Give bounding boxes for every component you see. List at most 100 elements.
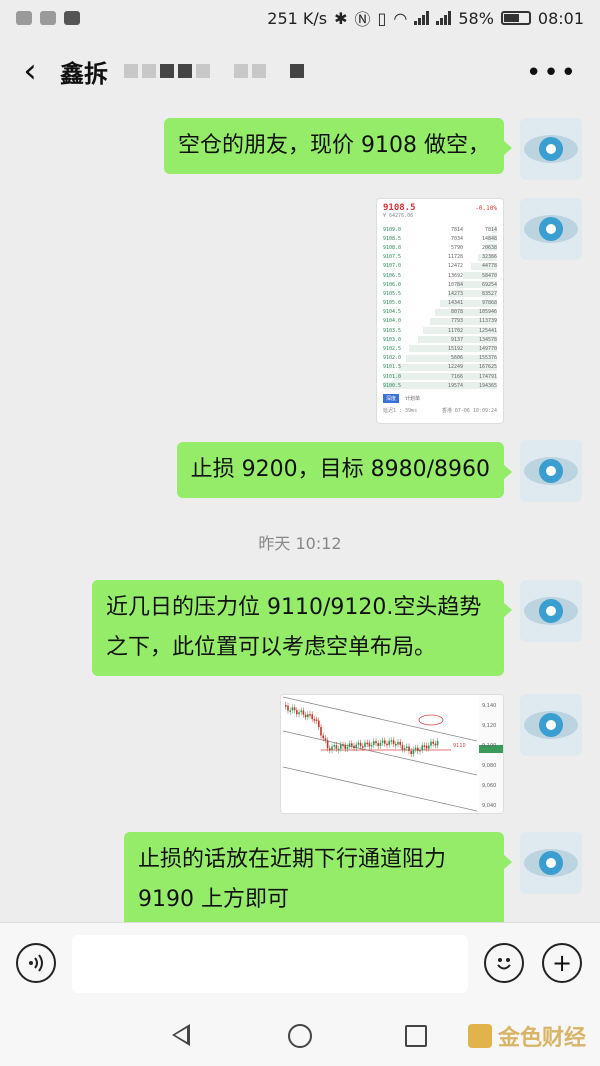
price-level-label: 9,100	[482, 743, 496, 749]
row-total: 32366	[481, 254, 497, 261]
orderbook-row: 9107.0 12472 44778	[383, 262, 497, 271]
orderbook-row: 9101.5 12249 167625	[383, 363, 497, 372]
row-price: 9106.5	[383, 272, 402, 279]
row-total: 125441	[478, 327, 497, 334]
row-price: 9107.0	[383, 263, 402, 270]
row-price: 9108.0	[383, 244, 402, 251]
row-amount: 13692	[447, 272, 463, 279]
candlestick-chart: 9,140 9,120 9,100 9,080 9,060 9,040 9110	[281, 695, 503, 813]
avatar[interactable]	[520, 118, 582, 180]
row-total: 20638	[481, 244, 497, 251]
row-price: 9105.0	[383, 300, 402, 307]
row-amount: 7166	[450, 373, 463, 380]
row-amount: 5790	[450, 244, 463, 251]
row-amount: 8078	[450, 309, 463, 316]
row-amount: 5606	[450, 355, 463, 362]
tab-plan: 计划单	[405, 396, 421, 403]
row-price: 9100.5	[383, 382, 402, 389]
orderbook-screenshot[interactable]: 9108.5 -0.10% ¥ 64276.06 9109.0 7814 7814 9…	[376, 198, 504, 424]
row-total: 7814	[484, 226, 497, 233]
orderbook-row: 9100.5 19574 194365	[383, 381, 497, 390]
orderbook-rows: 9109.0 7814 7814 9108.5 7034 14848 9108.0 5790 2…	[383, 225, 497, 390]
row-price: 9102.5	[383, 346, 402, 353]
nav-back-icon[interactable]	[172, 1024, 190, 1046]
avatar[interactable]	[520, 832, 582, 894]
plus-icon[interactable]: +	[542, 943, 582, 983]
clock: 08:01	[537, 8, 584, 28]
row-total: 14848	[481, 235, 497, 242]
more-icon[interactable]: •••	[526, 58, 578, 88]
row-price: 9106.0	[383, 281, 402, 288]
row-price: 9102.0	[383, 355, 402, 362]
message-bubble[interactable]: 止损的话放在近期下行通道阻力 9190 上方即可	[124, 832, 512, 928]
chat-header: ‹ 鑫拆 •••	[0, 36, 600, 106]
watermark: 金色财经	[467, 1020, 586, 1052]
orderbook-row: 9108.0 5790 20638	[383, 243, 497, 252]
redacted-name	[124, 64, 304, 78]
price-level-label: 9,120	[482, 723, 496, 729]
gallery-icon	[64, 11, 80, 25]
wechat-icon	[16, 11, 32, 25]
row-price: 9101.5	[383, 364, 402, 371]
orderbook-row: 9101.0 7166 174791	[383, 372, 497, 381]
row-price: 9104.5	[383, 309, 402, 316]
signal-2-icon	[436, 11, 452, 25]
row-amount: 14273	[447, 290, 463, 297]
row-total: 97868	[481, 300, 497, 307]
row-price: 9104.0	[383, 318, 402, 325]
avatar[interactable]	[520, 440, 582, 502]
row-price: 9107.5	[383, 254, 402, 261]
orderbook-row: 9109.0 7814 7814	[383, 225, 497, 234]
avatar[interactable]	[520, 580, 582, 642]
app-icon	[40, 11, 56, 25]
avatar[interactable]	[520, 198, 582, 260]
price-level-label: 9,040	[482, 803, 496, 809]
avatar[interactable]	[520, 694, 582, 756]
network-speed: 251 K/s	[267, 8, 328, 28]
orderbook-row: 9105.5 14273 83527	[383, 289, 497, 298]
row-amount: 19574	[447, 382, 463, 389]
orderbook: 9108.5 -0.10% ¥ 64276.06 9109.0 7814 7814 9…	[377, 199, 503, 418]
row-amount: 10784	[447, 281, 463, 288]
tab-depth: 深度	[383, 394, 400, 404]
battery-percent: 58%	[458, 8, 494, 28]
message-bubble[interactable]: 空仓的朋友，现价 9108 做空，	[164, 118, 512, 174]
system-nav-bar: 金色财经	[0, 1004, 600, 1066]
wifi-icon: ◠	[393, 8, 408, 28]
voice-icon[interactable]	[16, 943, 56, 983]
orderbook-row: 9104.0 7793 113739	[383, 317, 497, 326]
row-amount: 11728	[447, 254, 463, 261]
row-total: 194365	[478, 382, 497, 389]
row-price: 9105.5	[383, 290, 402, 297]
nav-home-icon[interactable]	[288, 1024, 312, 1048]
chevron-left-icon[interactable]: ‹	[0, 36, 60, 106]
orderbook-row: 9106.5 13692 58470	[383, 271, 497, 280]
row-amount: 7034	[450, 235, 463, 242]
row-amount: 7793	[450, 318, 463, 325]
price-level-label: 9,060	[482, 783, 496, 789]
row-total: 174791	[478, 373, 497, 380]
row-amount: 12472	[447, 263, 463, 270]
signal-icon	[414, 11, 430, 25]
candlestick-chart-image[interactable]: 9,140 9,120 9,100 9,080 9,060 9,040 9110	[280, 694, 504, 814]
watermark-logo-icon	[467, 1024, 492, 1048]
battery-icon	[500, 11, 531, 25]
row-price: 9103.0	[383, 336, 402, 343]
row-amount: 15192	[447, 346, 463, 353]
nav-recent-icon[interactable]	[405, 1025, 427, 1047]
orderbook-row: 9104.5 8078 105946	[383, 308, 497, 317]
chat-area[interactable]: 空仓的朋友，现价 9108 做空， 9108.5 -0.10% ¥ 64276.…	[0, 106, 600, 928]
message-input[interactable]	[72, 935, 468, 993]
row-total: 149770	[478, 346, 497, 353]
row-amount: 14341	[447, 300, 463, 307]
status-bar: 251 K/s ✱ Ⓝ ▯ ◠ 58% 08:01	[0, 0, 600, 36]
row-total: 69254	[481, 281, 497, 288]
orderbook-row: 9103.5 11702 125441	[383, 326, 497, 335]
vibrate-icon: ▯	[377, 8, 387, 28]
message-bubble[interactable]: 止损 9200，目标 8980/8960	[176, 442, 513, 498]
emoji-icon[interactable]	[484, 943, 524, 983]
input-bar: +	[0, 922, 600, 1004]
message-bubble[interactable]: 近几日的压力位 9110/9120.空头趋势之下，此位置可以考虑空单布局。	[92, 580, 512, 676]
row-price: 9109.0	[383, 226, 402, 233]
orderbook-row: 9102.5 15192 149770	[383, 344, 497, 353]
